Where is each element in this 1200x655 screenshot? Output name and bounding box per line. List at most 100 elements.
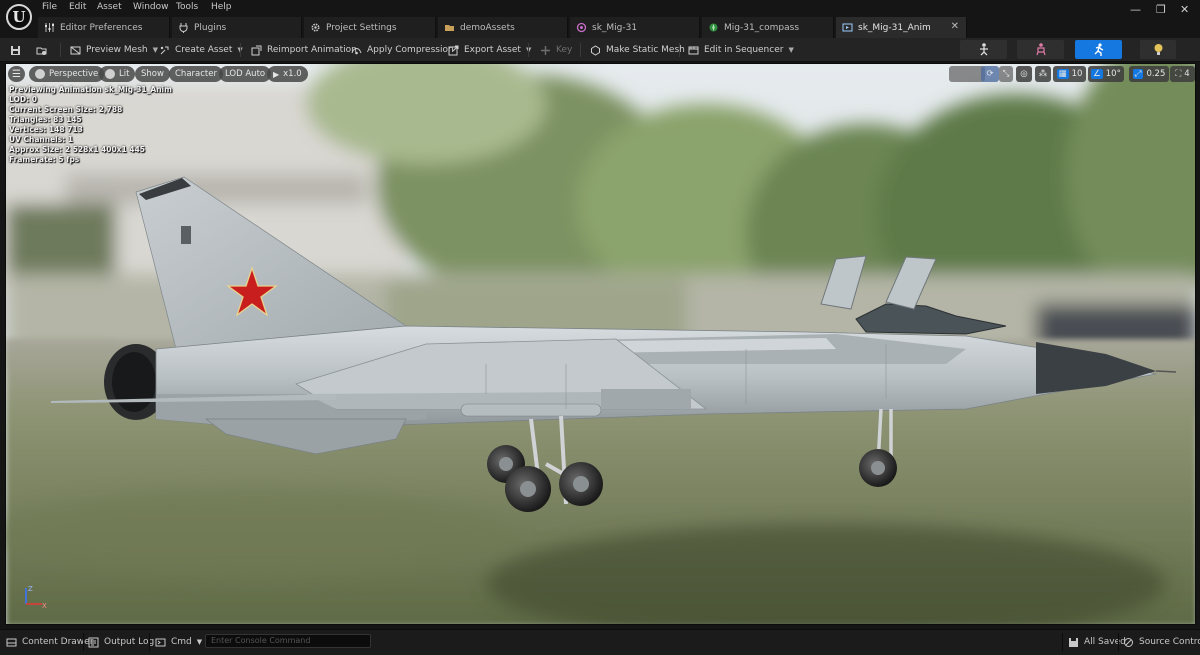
- scale-tool-button[interactable]: ⤡: [999, 66, 1013, 82]
- stats-line: Previewing Animation sk_Mig-31_Anim: [9, 85, 172, 94]
- tab-label: sk_Mig-31: [592, 22, 638, 33]
- scale-snap-button[interactable]: ⤢ 0.25: [1129, 66, 1169, 82]
- skeleton-icon: [576, 22, 587, 33]
- surface-snap-button[interactable]: ⁂: [1035, 66, 1051, 82]
- stats-line: Approx Size: 2 528x1 400x1 445: [9, 145, 146, 154]
- compass-icon: [709, 23, 718, 32]
- menu-help[interactable]: Help: [211, 2, 232, 12]
- tab-project-settings[interactable]: Project Settings: [304, 17, 436, 38]
- grid-snap-button[interactable]: ▦ 10: [1053, 66, 1086, 82]
- folder-icon: [445, 25, 454, 31]
- menu-tools[interactable]: Tools: [176, 2, 198, 12]
- export-asset-label: Export Asset: [464, 45, 521, 55]
- save-icon: [11, 45, 20, 55]
- maximize-icon[interactable]: ❐: [1156, 3, 1166, 16]
- key-button[interactable]: Key: [540, 40, 572, 60]
- physics-mode-button[interactable]: [1140, 40, 1176, 59]
- character-label: Character: [175, 69, 217, 79]
- save-status-icon: [1069, 637, 1078, 647]
- cmd-dropdown[interactable]: Cmd ▼: [155, 634, 202, 650]
- create-asset-button[interactable]: Create Asset ▼: [159, 40, 243, 60]
- apply-compression-button[interactable]: Apply Compression: [351, 40, 454, 60]
- rotate-tool-button[interactable]: ⟳: [981, 66, 999, 82]
- lod-button[interactable]: LOD Auto: [219, 66, 272, 82]
- tab-label: Editor Preferences: [60, 22, 143, 33]
- sequencer-icon: [688, 46, 699, 54]
- browse-asset-button[interactable]: [36, 40, 47, 60]
- lit-button[interactable]: Lit: [99, 66, 136, 82]
- menu-asset[interactable]: Asset: [97, 2, 122, 12]
- lit-label: Lit: [119, 69, 130, 79]
- lod-label: LOD Auto: [225, 69, 266, 79]
- tab-plugins[interactable]: Plugins: [172, 17, 302, 38]
- tab-editor-preferences[interactable]: Editor Preferences: [38, 17, 170, 38]
- unreal-logo-icon[interactable]: U: [6, 4, 32, 30]
- mesh-mode-icon: [1035, 43, 1046, 56]
- menu-edit[interactable]: Edit: [69, 2, 86, 12]
- camera-speed-button[interactable]: ⛶ 4: [1170, 66, 1195, 82]
- rotation-snap-value: 10°: [1105, 69, 1121, 79]
- stats-line: Framerate: 5 fps: [9, 155, 80, 164]
- playback-rate-button[interactable]: ▶ x1.0: [267, 66, 308, 82]
- globe-icon: ◎: [1020, 69, 1028, 79]
- minimize-icon[interactable]: —: [1130, 3, 1141, 16]
- output-log-label: Output Log: [104, 637, 155, 647]
- transform-mode-group[interactable]: [949, 66, 985, 82]
- skeleton-mode-button[interactable]: [960, 40, 1007, 59]
- tab-mig-31-compass[interactable]: Mig-31_compass: [702, 17, 834, 38]
- mesh-mode-button[interactable]: [1017, 40, 1064, 59]
- show-button[interactable]: Show: [135, 66, 170, 82]
- perspective-button[interactable]: Perspective: [29, 66, 105, 82]
- tab-sk-mig-31-anim[interactable]: sk_Mig-31_Anim ✕: [836, 17, 967, 38]
- viewport-options-button[interactable]: ☰: [8, 66, 25, 82]
- play-icon: ▶: [273, 69, 280, 79]
- export-asset-button[interactable]: Export Asset ▼: [448, 40, 531, 60]
- content-drawer-button[interactable]: Content Drawer: [6, 634, 93, 650]
- output-log-button[interactable]: Output Log: [88, 634, 154, 650]
- edit-in-sequencer-label: Edit in Sequencer: [704, 45, 784, 55]
- export-icon: [448, 45, 459, 55]
- chevron-down-icon: ▼: [788, 46, 794, 54]
- source-control-button[interactable]: Source Control: [1123, 634, 1200, 650]
- rotation-snap-button[interactable]: ∠ 10°: [1088, 66, 1124, 82]
- surface-snap-icon: ⁂: [1038, 69, 1048, 79]
- reimport-animation-button[interactable]: Reimport Animation: [251, 40, 357, 60]
- stats-line: LOD: 0: [9, 95, 37, 104]
- close-window-icon[interactable]: ✕: [1180, 3, 1189, 16]
- animation-mode-button[interactable]: [1075, 40, 1122, 59]
- create-asset-label: Create Asset: [175, 45, 233, 55]
- menu-file[interactable]: File: [42, 2, 57, 12]
- close-tab-icon[interactable]: ✕: [951, 21, 959, 32]
- apply-compression-label: Apply Compression: [367, 45, 454, 55]
- angle-icon: ∠: [1091, 69, 1103, 79]
- make-static-mesh-button[interactable]: Make Static Mesh: [590, 40, 685, 60]
- all-saved-label: All Saved: [1084, 637, 1126, 647]
- tab-demoassets[interactable]: demoAssets: [438, 17, 568, 38]
- tab-label: demoAssets: [460, 22, 515, 33]
- tab-label: Plugins: [194, 22, 227, 33]
- content-drawer-icon: [6, 638, 17, 646]
- character-button[interactable]: Character: [169, 66, 223, 82]
- scale-icon: ⤡: [1002, 69, 1010, 79]
- console-input[interactable]: Enter Console Command: [205, 634, 371, 648]
- terminal-icon: [155, 638, 166, 646]
- output-log-icon: [88, 637, 99, 647]
- viewport-stats: Previewing Animation sk_Mig-31_Anim LOD:…: [9, 85, 172, 165]
- menu-window[interactable]: Window: [133, 2, 169, 12]
- svg-text:Z: Z: [28, 585, 33, 593]
- compression-icon: [351, 47, 362, 54]
- edit-in-sequencer-button[interactable]: Edit in Sequencer ▼: [688, 40, 794, 60]
- rotate-icon: ⟳: [986, 69, 994, 79]
- tab-sk-mig-31[interactable]: sk_Mig-31: [570, 17, 700, 38]
- asset-toolbar: Preview Mesh ▼ Create Asset ▼ Reimport A…: [0, 38, 1200, 62]
- world-space-button[interactable]: ◎: [1016, 66, 1032, 82]
- perspective-icon: [35, 69, 45, 79]
- scene-render: [6, 64, 1195, 624]
- axis-gizmo-icon: Z X: [25, 585, 47, 610]
- stats-line: UV Channels: 1: [9, 135, 74, 144]
- animation-viewport[interactable]: ☰ Perspective Lit Show Character LOD Aut…: [5, 63, 1196, 625]
- sliders-icon: [45, 23, 54, 32]
- preview-mesh-button[interactable]: Preview Mesh ▼: [70, 40, 158, 60]
- save-button[interactable]: [10, 40, 21, 60]
- tab-label: Mig-31_compass: [724, 22, 800, 33]
